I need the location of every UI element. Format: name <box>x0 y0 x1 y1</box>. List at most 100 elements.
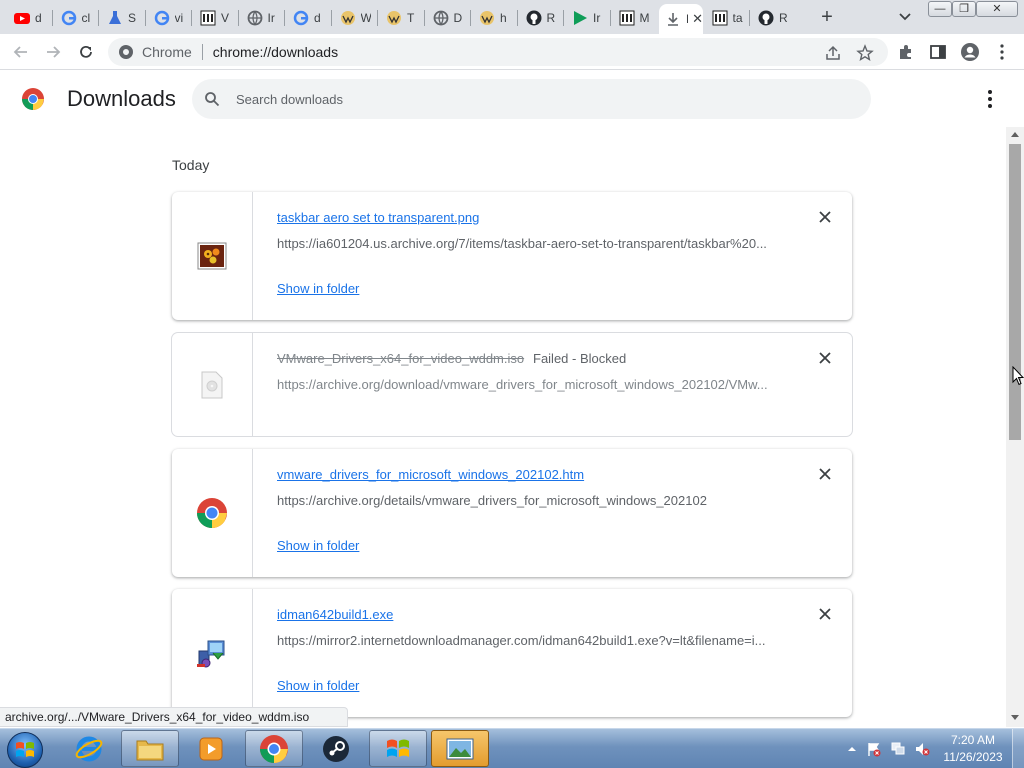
file-name-link[interactable]: idman642build1.exe <box>277 607 393 622</box>
tab-4[interactable]: V <box>194 4 234 32</box>
show-in-folder-link[interactable]: Show in folder <box>277 538 359 553</box>
extensions-button[interactable] <box>896 42 916 62</box>
taskbar-steam[interactable] <box>307 730 365 767</box>
installer-file-icon <box>197 640 225 668</box>
tab-separator <box>470 10 471 26</box>
tab-search-button[interactable] <box>895 8 915 26</box>
tray-expand-icon[interactable] <box>844 741 860 757</box>
taskbar-chrome[interactable] <box>245 730 303 767</box>
link-status-bubble: archive.org/.../VMware_Drivers_x64_for_v… <box>0 707 349 727</box>
tab-12[interactable]: Ir <box>566 4 606 32</box>
network-icon[interactable] <box>890 741 906 757</box>
tab-strip: dclSviVIrdWTDhRIrMD✕taR + — ❐ ✕ <box>0 0 1024 34</box>
show-in-folder-link[interactable]: Show in folder <box>277 678 359 693</box>
taskbar-internet-explorer[interactable] <box>60 730 118 767</box>
download-item: VMware_Drivers_x64_for_video_wddm.iso Fa… <box>172 333 852 436</box>
taskbar-windows-update[interactable] <box>369 730 427 767</box>
show-desktop-button[interactable] <box>1012 729 1024 768</box>
star-icon <box>856 44 874 61</box>
tab-3[interactable]: vi <box>148 4 188 32</box>
media-player-icon <box>199 737 223 760</box>
source-url[interactable]: https://archive.org/details/vmware_drive… <box>277 493 777 508</box>
chrome-icon <box>260 734 288 763</box>
tab-14[interactable]: D✕ <box>659 4 703 34</box>
archive-icon <box>200 10 216 26</box>
new-tab-button[interactable]: + <box>816 6 838 28</box>
taskbar-file-explorer[interactable] <box>121 730 179 767</box>
forward-button[interactable] <box>41 40 65 64</box>
clock-time[interactable]: 7:20 AM <box>940 733 1006 747</box>
tab-title: vi <box>174 11 184 25</box>
tab-2[interactable]: S <box>101 4 141 32</box>
volume-muted-icon[interactable] <box>914 741 930 757</box>
tab-16[interactable]: R <box>752 4 792 32</box>
browser-toolbar: Chrome chrome://downloads <box>0 34 1024 70</box>
download-item: idman642build1.exe https://mirror2.inter… <box>172 589 852 717</box>
scroll-up-arrow[interactable] <box>1011 132 1019 137</box>
page-scrollbar[interactable] <box>1006 127 1024 727</box>
source-url[interactable]: https://archive.org/download/vmware_driv… <box>277 377 777 392</box>
tab-title: S <box>128 11 137 25</box>
search-downloads-box[interactable] <box>192 79 871 119</box>
remove-item-icon[interactable] <box>818 351 832 365</box>
address-bar[interactable]: Chrome chrome://downloads <box>108 38 888 66</box>
file-icon-column <box>172 589 253 717</box>
tab-separator <box>144 10 146 26</box>
windows-flag-icon <box>387 739 409 757</box>
tab-9[interactable]: D <box>427 4 467 32</box>
tab-1[interactable]: cl <box>55 4 95 32</box>
scroll-down-arrow[interactable] <box>1011 715 1019 720</box>
tab-0[interactable]: d <box>8 4 48 32</box>
remove-item-icon[interactable] <box>818 607 832 621</box>
menu-dot <box>988 97 992 101</box>
start-button[interactable] <box>7 732 43 768</box>
chrome-menu-button[interactable] <box>992 42 1012 62</box>
clock-date[interactable]: 11/26/2023 <box>940 750 1006 764</box>
image-file-icon <box>197 242 227 270</box>
tab-8[interactable]: T <box>380 4 420 32</box>
site-chip[interactable]: Chrome <box>142 44 192 60</box>
profile-button[interactable] <box>960 42 980 62</box>
back-button[interactable] <box>9 40 33 64</box>
tab-title: h <box>500 11 507 25</box>
taskbar-photo-viewer[interactable] <box>431 730 489 767</box>
tab-separator <box>330 10 332 26</box>
tab-title: ta <box>732 11 743 25</box>
share-button[interactable] <box>824 44 842 62</box>
tab-11[interactable]: R <box>520 4 560 32</box>
reload-icon <box>80 45 92 58</box>
downloads-menu-button[interactable] <box>980 87 1000 111</box>
close-window-button[interactable]: ✕ <box>976 1 1018 17</box>
search-input[interactable] <box>236 87 836 111</box>
archive-icon <box>712 10 728 26</box>
show-in-folder-link[interactable]: Show in folder <box>277 281 359 296</box>
tab-7[interactable]: W <box>334 4 374 32</box>
reload-button[interactable] <box>74 40 98 64</box>
tab-title: D <box>686 12 688 26</box>
url-text[interactable]: chrome://downloads <box>213 44 338 60</box>
tab-13[interactable]: M <box>613 4 653 32</box>
minimize-button[interactable]: — <box>928 1 952 17</box>
tab-separator <box>516 10 518 26</box>
scroll-thumb[interactable] <box>1009 144 1021 440</box>
source-url[interactable]: https://mirror2.internetdownloadmanager.… <box>277 633 777 648</box>
tab-5[interactable]: Ir <box>241 4 281 32</box>
remove-item-icon[interactable] <box>818 210 832 224</box>
tab-10[interactable]: h <box>473 4 513 32</box>
bookmark-button[interactable] <box>856 44 874 62</box>
close-tab-icon[interactable]: ✕ <box>692 11 703 27</box>
action-center-flag-icon[interactable] <box>866 741 882 757</box>
restore-button[interactable]: ❐ <box>952 1 976 17</box>
file-name-link[interactable]: vmware_drivers_for_microsoft_windows_202… <box>277 467 584 482</box>
side-panel-button[interactable] <box>928 42 948 62</box>
youtube-icon <box>14 10 30 26</box>
taskbar-media-player[interactable] <box>182 730 240 767</box>
tab-title: d <box>35 11 42 25</box>
file-name-link[interactable]: taskbar aero set to transparent.png <box>277 210 479 225</box>
source-url[interactable]: https://ia601204.us.archive.org/7/items/… <box>277 236 777 251</box>
github-icon <box>526 10 542 26</box>
puzzle-icon <box>900 45 911 59</box>
remove-item-icon[interactable] <box>818 467 832 481</box>
tab-6[interactable]: d <box>287 4 327 32</box>
tab-15[interactable]: ta <box>706 4 746 32</box>
